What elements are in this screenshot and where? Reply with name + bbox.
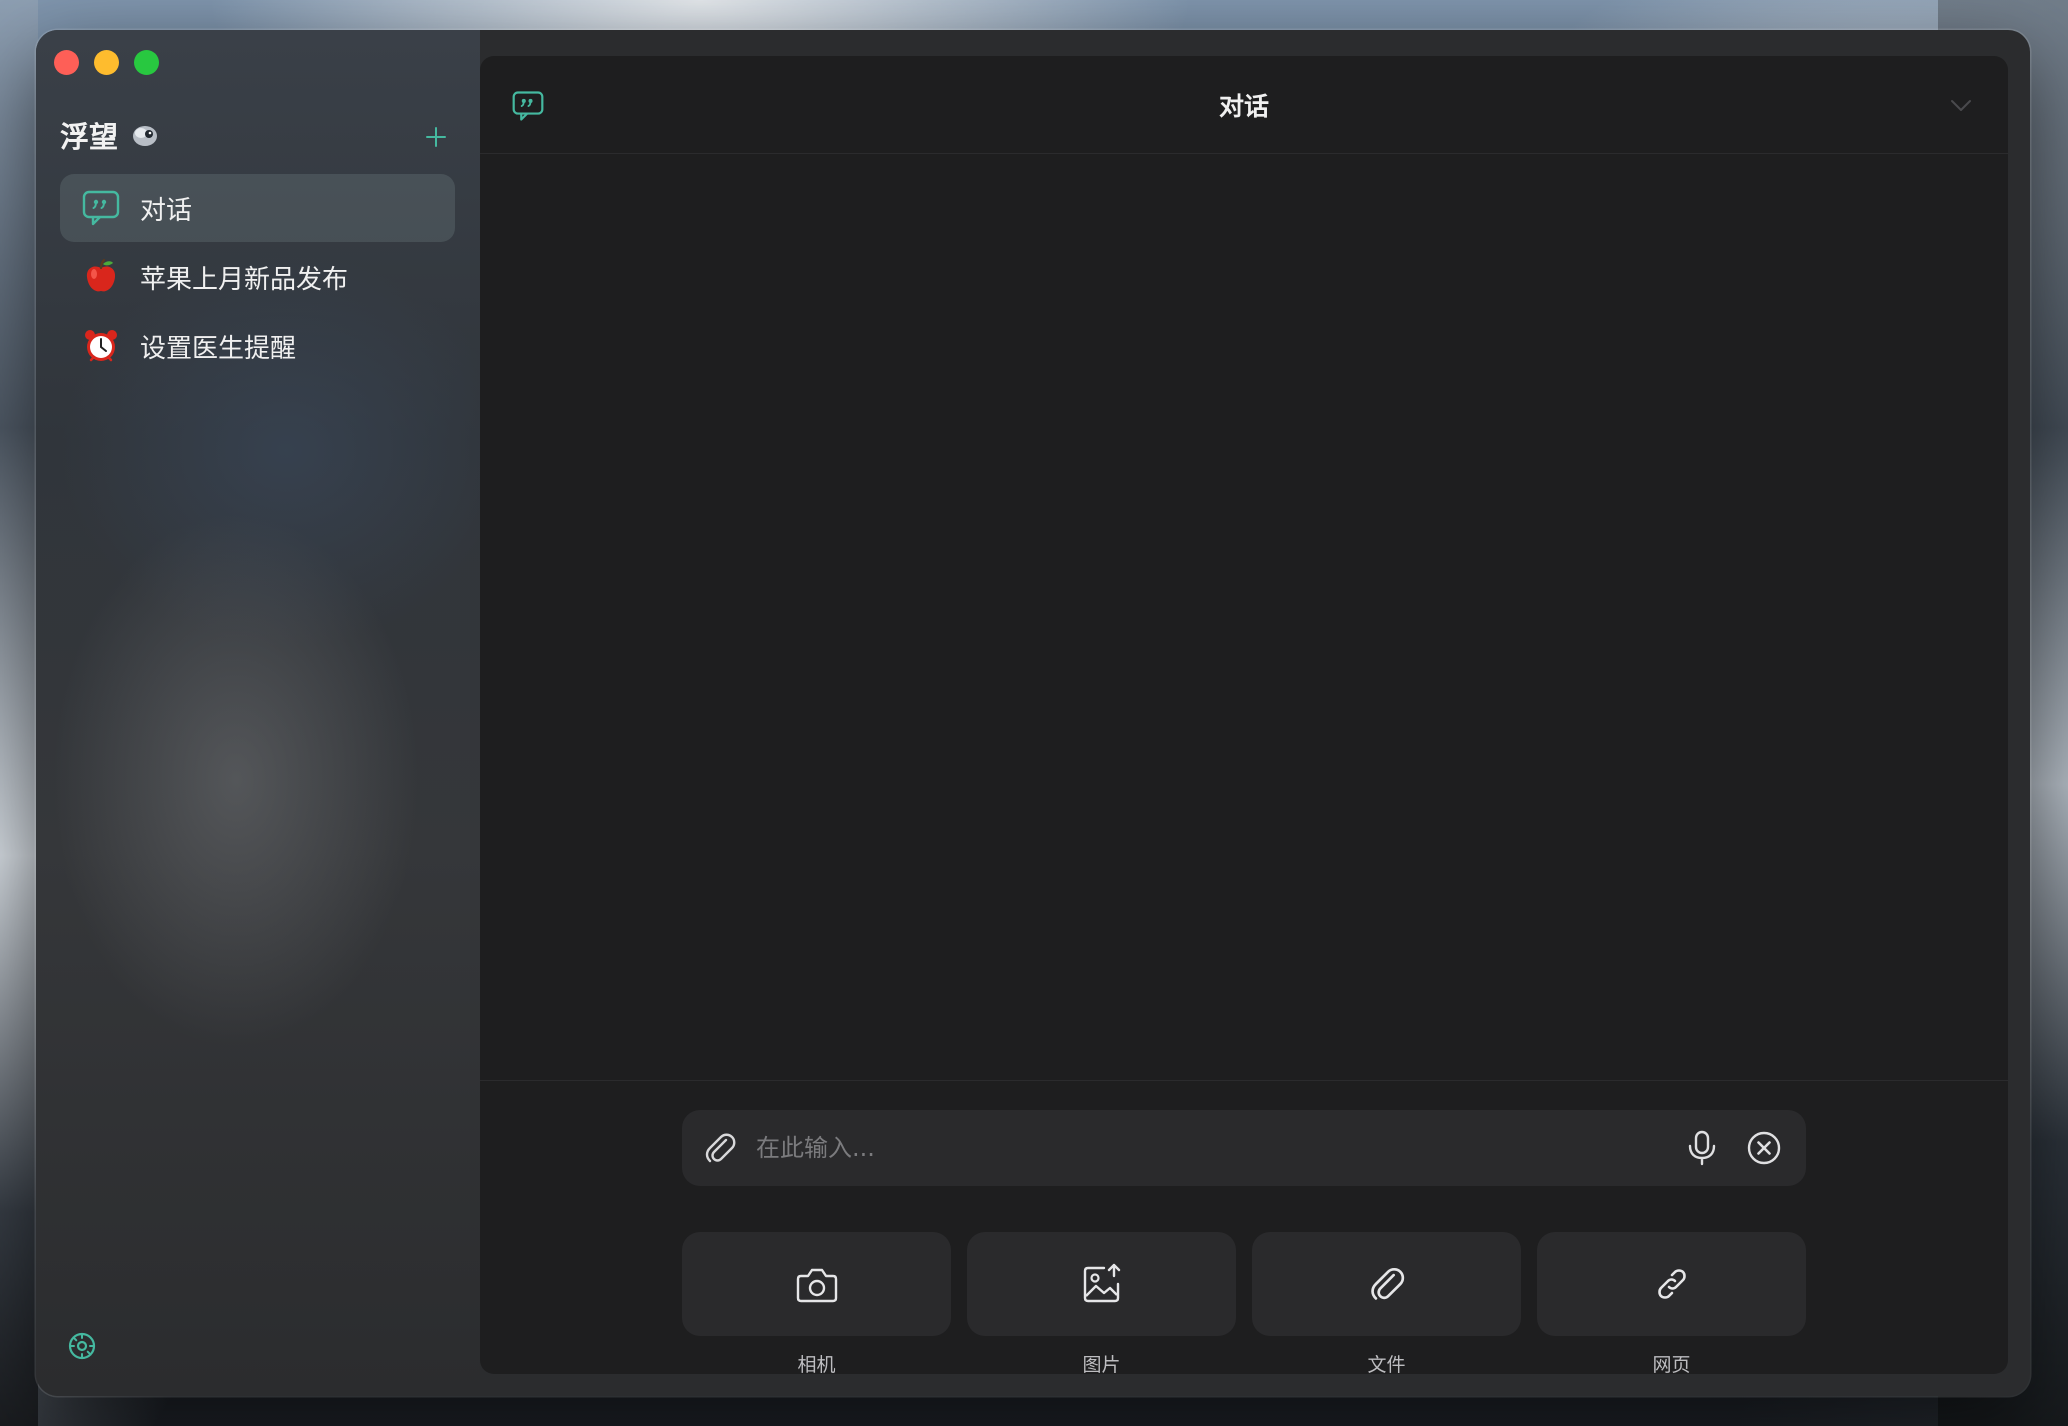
alarm-clock-emoji-icon [80,325,122,367]
app-logo-icon [133,126,158,146]
clear-input-button[interactable] [1744,1128,1784,1168]
sidebar-item-apple-launch[interactable]: 苹果上月新品发布 [60,243,455,311]
conversation-list: 对话 苹果上月新品发布 设置医生提醒 [60,174,455,381]
sidebar-item-label: 对话 [140,195,193,226]
tool-label: 图片 [1082,1354,1121,1374]
message-composer [682,1110,1806,1186]
close-circle-icon [1747,1131,1781,1165]
chat-message-area [480,154,2008,1080]
file-button[interactable] [1252,1232,1521,1336]
webpage-button[interactable] [1537,1232,1806,1336]
sidebar-item-label: 苹果上月新品发布 [140,264,349,295]
composer-divider [480,1080,2008,1081]
chevron-down-icon[interactable] [1948,92,1974,118]
new-chat-button[interactable] [416,117,456,157]
image-upload-icon [1083,1263,1120,1303]
paperclip-icon [1370,1267,1404,1300]
voice-input-button[interactable] [1682,1128,1722,1168]
chat-bubble-icon [512,91,544,121]
settings-button[interactable] [66,1330,102,1366]
sidebar-item-label: 设置医生提醒 [140,333,297,364]
sidebar: 浮望 对话 苹果上月新品发布 设置医生提醒 [36,30,480,1396]
sidebar-item-doctor-reminder[interactable]: 设置医生提醒 [60,312,455,380]
apple-emoji-icon [80,256,122,298]
tool-camera: 相机 [682,1232,951,1374]
app-name: 浮望 [60,120,119,154]
tool-label: 文件 [1367,1354,1406,1374]
camera-button[interactable] [682,1232,951,1336]
tool-webpage: 网页 [1537,1232,1806,1374]
image-button[interactable] [967,1232,1236,1336]
attachment-toolbar: 相机 图片 文件 网页 [682,1232,1806,1374]
message-input[interactable] [740,1118,1682,1178]
window-controls [54,50,159,75]
tool-file: 文件 [1252,1232,1521,1374]
link-icon [1657,1269,1686,1299]
camera-icon [796,1268,837,1303]
attach-button[interactable] [700,1128,740,1168]
tool-image: 图片 [967,1232,1236,1374]
close-window-button[interactable] [54,50,79,75]
gear-icon [68,1332,96,1360]
minimize-window-button[interactable] [94,50,119,75]
paperclip-icon [705,1133,736,1163]
tool-label: 网页 [1652,1354,1691,1374]
main-panel: 对话 在此输入... 相机 图片 文件 网页 [480,56,2008,1374]
app-brand: 浮望 [60,114,160,156]
main-header: 对话 [480,56,2008,154]
microphone-icon [1688,1130,1716,1166]
plus-icon [426,127,446,147]
tool-label: 相机 [797,1354,836,1374]
maximize-window-button[interactable] [134,50,159,75]
app-window: 浮望 对话 苹果上月新品发布 设置医生提醒 对话 在此输入... 相机 图片 文… [36,30,2030,1396]
chat-bubble-icon [80,187,122,229]
page-title: 对话 [1218,91,1269,121]
sidebar-item-chat[interactable]: 对话 [60,174,455,242]
desktop-wallpaper-left [0,0,38,1426]
